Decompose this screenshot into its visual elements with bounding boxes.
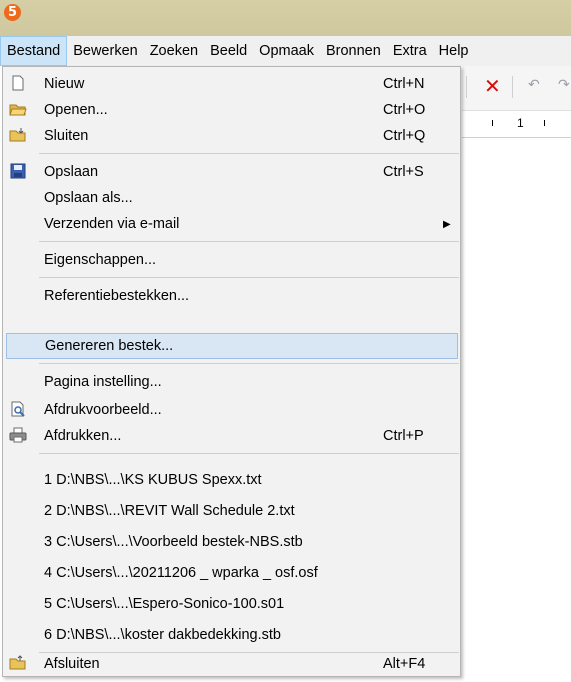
menu-item-label: Opslaan als... bbox=[44, 190, 133, 206]
toolbar-separator bbox=[466, 76, 467, 98]
menu-item-shortcut: Ctrl+S bbox=[383, 164, 424, 180]
save-icon bbox=[10, 163, 26, 179]
menu-item-eigenschappen[interactable]: Eigenschappen... bbox=[3, 247, 460, 273]
new-file-icon bbox=[12, 75, 24, 91]
menu-item-verzenden[interactable]: Verzenden via e-mail ▶ bbox=[3, 211, 460, 237]
menu-item-shortcut: Ctrl+P bbox=[383, 428, 424, 444]
menu-item-label: 3 C:\Users\...\Voorbeeld bestek-NBS.stb bbox=[44, 534, 303, 550]
menu-zoeken[interactable]: Zoeken bbox=[144, 36, 204, 66]
menu-item-label: 4 C:\Users\...\20211206 _ wparka _ osf.o… bbox=[44, 565, 318, 581]
menu-item-label: 6 D:\NBS\...\koster dakbedekking.stb bbox=[44, 627, 281, 643]
file-menu-dropdown: Nieuw Ctrl+N Openen... Ctrl+O Sluiten Ct… bbox=[2, 66, 461, 677]
menu-item-afdrukken[interactable]: Afdrukken... Ctrl+P bbox=[3, 423, 460, 449]
menu-separator bbox=[39, 153, 459, 154]
menu-item-openen[interactable]: Openen... Ctrl+O bbox=[3, 97, 460, 123]
menu-separator bbox=[39, 241, 459, 242]
menu-extra[interactable]: Extra bbox=[387, 36, 433, 66]
menu-item-label: Referentiebestekken... bbox=[44, 288, 190, 304]
menu-item-shortcut: Ctrl+O bbox=[383, 102, 426, 118]
menu-item-label: Sluiten bbox=[44, 128, 89, 144]
menu-item-opslaan[interactable]: Opslaan Ctrl+S bbox=[3, 159, 460, 185]
menu-opmaak[interactable]: Opmaak bbox=[253, 36, 320, 66]
menu-separator bbox=[39, 363, 459, 364]
menu-item-referentiebestekken[interactable]: Referentiebestekken... bbox=[3, 283, 460, 309]
app-logo-icon[interactable]: 5 bbox=[4, 4, 21, 21]
close-folder-icon bbox=[9, 128, 26, 142]
menu-item-afdrukvoorbeeld[interactable]: Afdrukvoorbeeld... bbox=[3, 397, 460, 423]
recent-file-5[interactable]: 5 C:\Users\...\Espero-Sonico-100.s01 bbox=[3, 591, 460, 617]
undo-icon[interactable]: ↶ bbox=[528, 77, 540, 93]
menu-bewerken[interactable]: Bewerken bbox=[67, 36, 143, 66]
menu-beeld[interactable]: Beeld bbox=[204, 36, 253, 66]
toolbar: ✕ ↶ ↷ bbox=[462, 66, 571, 110]
redo-icon[interactable]: ↷ bbox=[558, 77, 570, 93]
ruler: 1 bbox=[462, 110, 571, 138]
menu-item-label: 1 D:\NBS\...\KS KUBUS Spexx.txt bbox=[44, 472, 262, 488]
submenu-arrow-icon: ▶ bbox=[443, 218, 451, 230]
menu-item-label: 2 D:\NBS\...\REVIT Wall Schedule 2.txt bbox=[44, 503, 295, 519]
menu-bronnen[interactable]: Bronnen bbox=[320, 36, 387, 66]
delete-icon[interactable]: ✕ bbox=[484, 74, 501, 98]
open-folder-icon bbox=[9, 104, 27, 116]
ruler-number: 1 bbox=[517, 116, 524, 130]
menu-item-shortcut: Ctrl+N bbox=[383, 76, 425, 92]
menu-item-label: Afdrukvoorbeeld... bbox=[44, 402, 162, 418]
menu-item-afsluiten[interactable]: Afsluiten Alt+F4 bbox=[3, 651, 460, 677]
menu-bar: Bestand Bewerken Zoeken Beeld Opmaak Bro… bbox=[0, 36, 571, 66]
menu-item-label: Nieuw bbox=[44, 76, 85, 92]
print-preview-icon bbox=[11, 401, 25, 417]
recent-file-2[interactable]: 2 D:\NBS\...\REVIT Wall Schedule 2.txt bbox=[3, 498, 460, 524]
recent-file-1[interactable]: 1 D:\NBS\...\KS KUBUS Spexx.txt bbox=[3, 467, 460, 493]
menu-item-label: 5 C:\Users\...\Espero-Sonico-100.s01 bbox=[44, 596, 285, 612]
ruler-tick bbox=[492, 120, 493, 126]
menu-item-label: Genereren bestek... bbox=[45, 338, 174, 354]
recent-file-4[interactable]: 4 C:\Users\...\20211206 _ wparka _ osf.o… bbox=[3, 560, 460, 586]
toolbar-separator bbox=[512, 76, 513, 98]
menu-item-label: Opslaan bbox=[44, 164, 99, 180]
title-bar: 5 bbox=[0, 0, 571, 36]
menu-item-label: Afdrukken... bbox=[44, 428, 122, 444]
menu-item-shortcut: Alt+F4 bbox=[383, 656, 426, 672]
exit-icon bbox=[9, 655, 26, 670]
menu-item-label: Openen... bbox=[44, 102, 108, 118]
menu-item-label: Verzenden via e-mail bbox=[44, 216, 180, 232]
printer-icon bbox=[9, 427, 27, 443]
menu-bestand[interactable]: Bestand bbox=[0, 36, 68, 66]
recent-file-3[interactable]: 3 C:\Users\...\Voorbeeld bestek-NBS.stb bbox=[3, 529, 460, 555]
menu-help[interactable]: Help bbox=[433, 36, 475, 66]
menu-separator bbox=[39, 453, 459, 454]
recent-file-6[interactable]: 6 D:\NBS\...\koster dakbedekking.stb bbox=[3, 622, 460, 648]
menu-separator bbox=[39, 277, 459, 278]
menu-item-genereren-bestek[interactable]: Genereren bestek... bbox=[6, 333, 458, 359]
menu-item-nieuw[interactable]: Nieuw Ctrl+N bbox=[3, 71, 460, 97]
menu-item-label: Pagina instelling... bbox=[44, 374, 162, 390]
menu-item-label: Eigenschappen... bbox=[44, 252, 157, 268]
ruler-tick bbox=[544, 120, 545, 126]
menu-item-pagina-instelling[interactable]: Pagina instelling... bbox=[3, 369, 460, 395]
menu-item-label: Afsluiten bbox=[44, 656, 100, 672]
menu-item-opslaan-als[interactable]: Opslaan als... bbox=[3, 185, 460, 211]
menu-item-shortcut: Ctrl+Q bbox=[383, 128, 426, 144]
menu-item-sluiten[interactable]: Sluiten Ctrl+Q bbox=[3, 123, 460, 149]
